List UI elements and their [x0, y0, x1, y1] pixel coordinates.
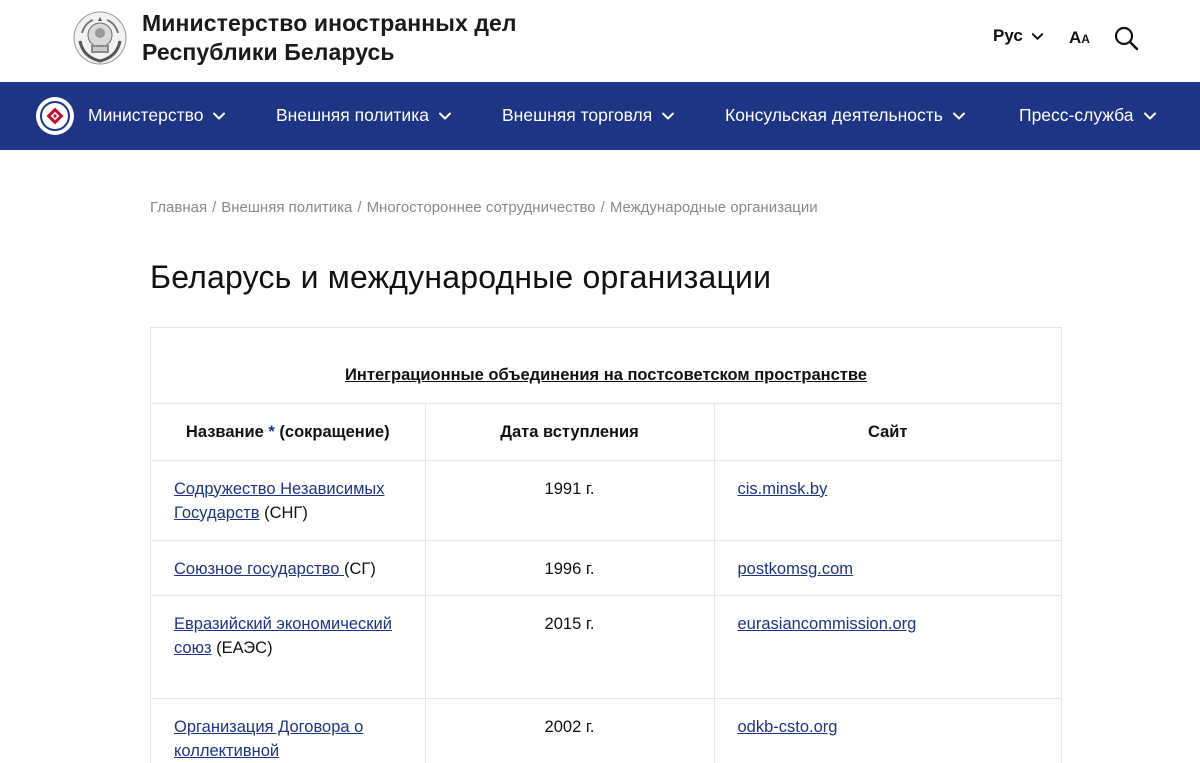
cell-name: Содружество Независимых Государств (СНГ)	[151, 460, 426, 541]
footnote-star[interactable]: *	[268, 423, 274, 441]
table-header-row: Название * (сокращение) Дата вступления …	[151, 404, 1061, 461]
chevron-down-icon	[1031, 32, 1043, 40]
org-abbr: (ЕАЭС)	[216, 638, 273, 657]
cell-site: odkb-csto.org	[714, 698, 1061, 763]
org-link[interactable]: Организация Договора о коллективной	[174, 718, 363, 760]
cell-name: Евразийский экономический союз (ЕАЭС)	[151, 595, 426, 699]
breadcrumb-foreign-policy[interactable]: Внешняя политика	[221, 199, 352, 216]
font-size-small-icon: A	[1081, 32, 1090, 46]
cell-date: 1996 г.	[425, 540, 715, 596]
nav-item-consular[interactable]: Консульская деятельность	[725, 105, 967, 126]
header-name: Название * (сокращение)	[151, 404, 426, 461]
table-row: Союзное государство (СГ) 1996 г. postkom…	[151, 540, 1061, 596]
nav-item-label: Внешняя торговля	[502, 105, 653, 125]
coat-of-arms-logo[interactable]	[73, 11, 127, 65]
chevron-down-icon	[662, 112, 675, 119]
site-title[interactable]: Министерство иностранных дел Республики …	[142, 9, 517, 67]
cell-name: Организация Договора о коллективной	[151, 698, 426, 763]
site-link[interactable]: cis.minsk.by	[738, 480, 828, 498]
table-row: Содружество Независимых Государств (СНГ)…	[151, 460, 1061, 541]
org-abbr: (СНГ)	[264, 503, 308, 522]
cell-site: postkomsg.com	[714, 540, 1061, 596]
nav-item-foreign-policy[interactable]: Внешняя политика	[276, 105, 453, 126]
breadcrumb-separator: /	[357, 199, 362, 216]
nav-item-label: Пресс-служба	[1019, 105, 1134, 125]
cell-date: 1991 г.	[425, 460, 715, 541]
header-name-suffix: (сокращение)	[279, 422, 390, 441]
table-row: Евразийский экономический союз (ЕАЭС) 20…	[151, 595, 1061, 699]
nav-item-label: Министерство	[88, 105, 204, 125]
cell-name: Союзное государство (СГ)	[151, 540, 426, 596]
site-link[interactable]: eurasiancommission.org	[738, 615, 917, 633]
chevron-down-icon	[438, 112, 451, 119]
cell-date: 2002 г.	[425, 698, 715, 763]
chevron-down-icon	[213, 112, 226, 119]
header-site: Сайт	[714, 404, 1061, 461]
cell-site: cis.minsk.by	[714, 460, 1061, 541]
table-caption: Интеграционные объединения на постсоветс…	[151, 328, 1061, 404]
nav-item-ministry[interactable]: Министерство	[88, 105, 227, 126]
chevron-down-icon	[1143, 112, 1156, 119]
site-title-line1: Министерство иностранных дел	[142, 10, 517, 36]
top-header: Министерство иностранных дел Республики …	[0, 0, 1200, 82]
nav-item-label: Консульская деятельность	[725, 105, 943, 125]
breadcrumb-home[interactable]: Главная	[150, 199, 207, 216]
breadcrumb-separator: /	[212, 199, 217, 216]
breadcrumb-separator: /	[600, 199, 605, 216]
table-row: Организация Договора о коллективной 2002…	[151, 698, 1061, 763]
nav-item-press[interactable]: Пресс-служба	[1019, 105, 1158, 126]
data-table: Название * (сокращение) Дата вступления …	[151, 404, 1061, 763]
chevron-down-icon	[952, 112, 965, 119]
nav-item-label: Внешняя политика	[276, 105, 429, 125]
breadcrumb-multilateral[interactable]: Многостороннее сотрудничество	[367, 199, 596, 216]
language-selector[interactable]: Рус	[993, 26, 1045, 46]
table-caption-text: Интеграционные объединения на постсоветс…	[345, 366, 867, 384]
organizations-table: Интеграционные объединения на постсоветс…	[150, 327, 1062, 763]
header-date: Дата вступления	[425, 404, 715, 461]
cell-site: eurasiancommission.org	[714, 595, 1061, 699]
site-title-line2: Республики Беларусь	[142, 39, 395, 65]
breadcrumb-current: Международные организации	[609, 199, 818, 216]
search-icon[interactable]	[1113, 25, 1139, 51]
nav-item-foreign-trade[interactable]: Внешняя торговля	[502, 105, 676, 126]
main-nav: Министерство Внешняя политика Внешняя то…	[0, 82, 1200, 150]
ministry-emblem-icon[interactable]	[36, 97, 74, 135]
site-link[interactable]: odkb-csto.org	[738, 718, 838, 736]
org-abbr: (СГ)	[344, 559, 376, 578]
language-label: Рус	[993, 26, 1023, 45]
page-title: Беларусь и международные организации	[150, 259, 772, 295]
font-size-toggle[interactable]: AA	[1069, 28, 1090, 48]
org-link[interactable]: Союзное государство	[174, 560, 344, 578]
cell-date: 2015 г.	[425, 595, 715, 699]
header-name-prefix: Название	[185, 422, 264, 441]
font-size-big-icon: A	[1069, 28, 1082, 47]
org-link[interactable]: Евразийский экономический союз	[174, 615, 392, 657]
site-link[interactable]: postkomsg.com	[738, 560, 854, 578]
breadcrumb: Главная / Внешняя политика / Многостороннее …	[150, 199, 818, 216]
